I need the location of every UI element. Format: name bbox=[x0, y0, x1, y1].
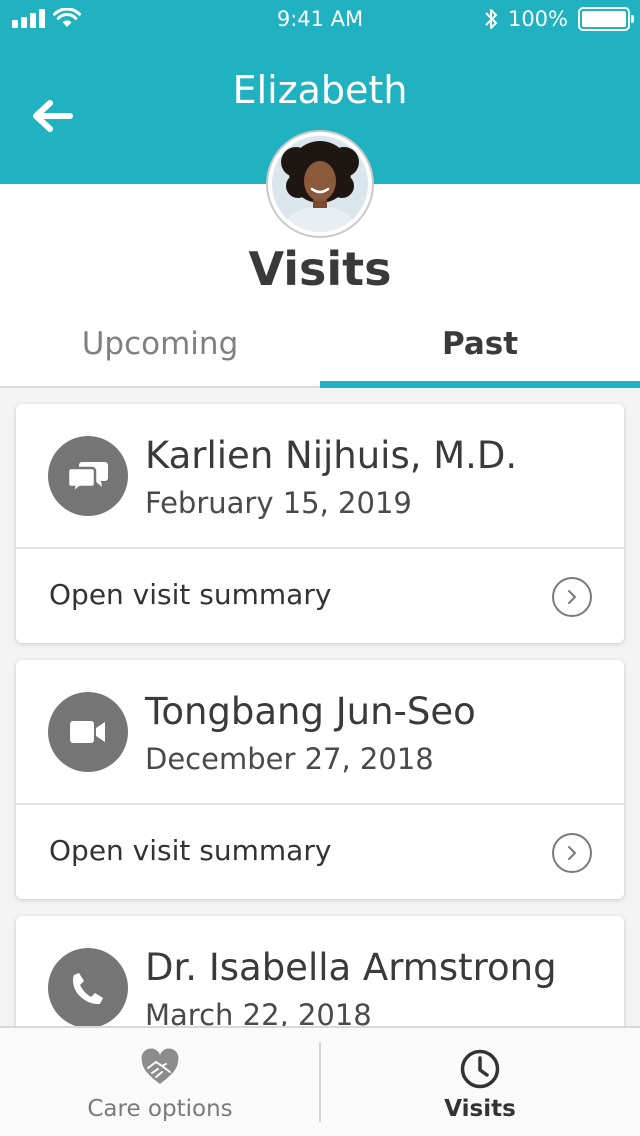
visit-card: Tongbang Jun-Seo December 27, 2018 Open … bbox=[16, 660, 624, 899]
provider-name: Dr. Isabella Armstrong bbox=[145, 946, 557, 989]
video-camera-icon bbox=[48, 692, 128, 772]
chevron-right-circle-icon bbox=[552, 833, 592, 873]
provider-name: Karlien Nijhuis, M.D. bbox=[145, 434, 518, 477]
battery-percent: 100% bbox=[507, 7, 568, 31]
handshake-heart-icon bbox=[141, 1048, 179, 1084]
open-visit-summary-button[interactable]: Open visit summary bbox=[16, 805, 624, 899]
nav-care-options[interactable]: Care options bbox=[0, 1028, 320, 1136]
visit-date: February 15, 2019 bbox=[145, 486, 412, 520]
phone-icon bbox=[48, 948, 128, 1026]
status-bar: 9:41 AM 100% bbox=[0, 0, 640, 40]
provider-name: Tongbang Jun-Seo bbox=[145, 690, 476, 733]
nav-visits[interactable]: Visits bbox=[320, 1028, 640, 1136]
open-visit-summary-button[interactable]: Open visit summary bbox=[16, 549, 624, 643]
visits-tabs: Upcoming Past bbox=[0, 300, 640, 388]
open-visit-summary-label: Open visit summary bbox=[49, 834, 332, 867]
visit-date: December 27, 2018 bbox=[145, 742, 434, 776]
visit-card: Dr. Isabella Armstrong March 22, 2018 bbox=[16, 916, 624, 1026]
open-visit-summary-label: Open visit summary bbox=[49, 578, 332, 611]
patient-name-title: Elizabeth bbox=[232, 68, 408, 112]
visits-list[interactable]: Karlien Nijhuis, M.D. February 15, 2019 … bbox=[0, 388, 640, 1026]
bluetooth-icon bbox=[485, 9, 497, 29]
patient-avatar bbox=[268, 132, 372, 236]
active-tab-indicator bbox=[320, 381, 640, 388]
page-title: Visits bbox=[248, 242, 392, 296]
chevron-right-circle-icon bbox=[552, 577, 592, 617]
tab-past[interactable]: Past bbox=[320, 300, 640, 388]
nav-care-options-label: Care options bbox=[87, 1096, 233, 1122]
nav-visits-label: Visits bbox=[444, 1096, 516, 1122]
chat-bubbles-icon bbox=[48, 436, 128, 516]
battery-icon bbox=[578, 7, 634, 31]
visit-card: Karlien Nijhuis, M.D. February 15, 2019 … bbox=[16, 404, 624, 643]
bottom-navigation: Care options Visits bbox=[0, 1026, 640, 1136]
tab-upcoming[interactable]: Upcoming bbox=[0, 300, 320, 388]
visit-date: March 22, 2018 bbox=[145, 998, 372, 1026]
clock-icon bbox=[460, 1049, 500, 1089]
